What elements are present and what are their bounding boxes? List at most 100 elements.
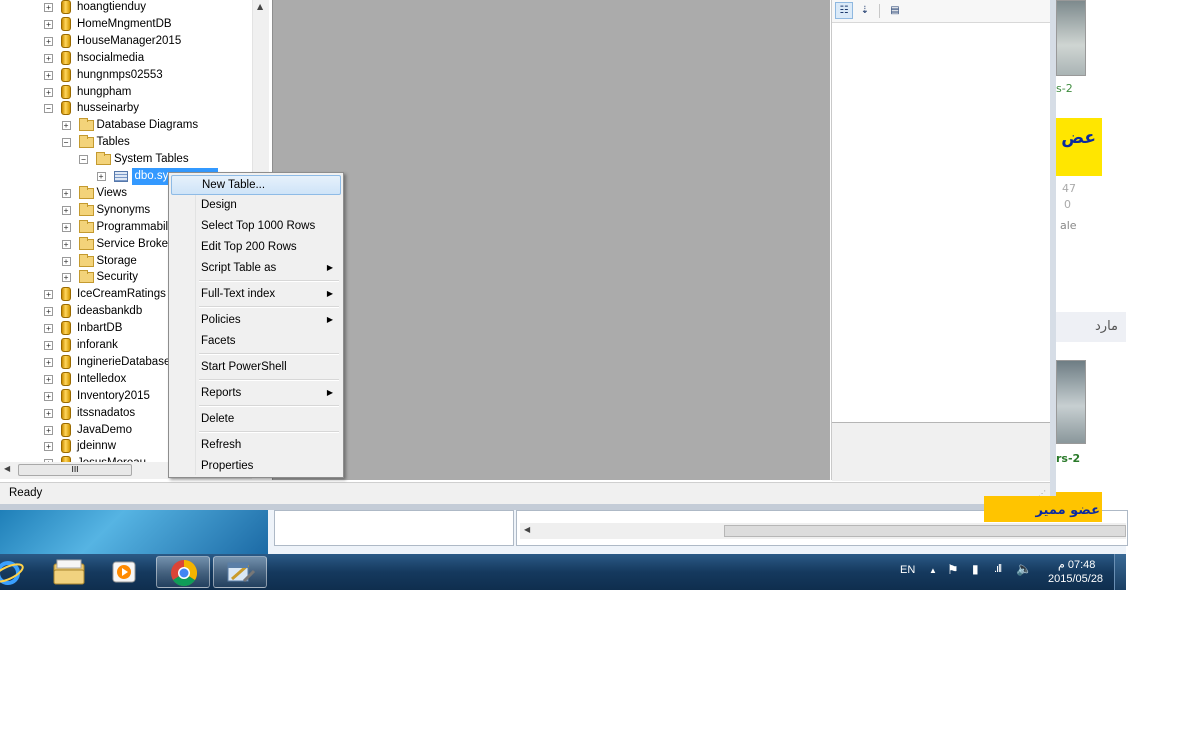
- sql-management-studio-button[interactable]: [213, 556, 267, 588]
- menu-item-facets[interactable]: Facets: [171, 331, 341, 351]
- expand-icon[interactable]: +: [44, 425, 53, 435]
- bg-scroll-left-arrow-icon[interactable]: ◀: [524, 525, 530, 534]
- expand-icon[interactable]: +: [61, 188, 71, 198]
- tables-node[interactable]: − Tables: [0, 134, 252, 151]
- collapse-icon[interactable]: −: [44, 104, 53, 114]
- database-node[interactable]: + HomeMngmentDB: [0, 16, 252, 33]
- menu-item-reports[interactable]: Reports ▶: [171, 383, 341, 403]
- property-pages-icon[interactable]: ▤: [886, 2, 904, 19]
- expand-icon[interactable]: +: [44, 53, 53, 63]
- tree-node-label[interactable]: InginerieDatabase: [77, 354, 170, 371]
- tree-node-label[interactable]: hungnmps02553: [77, 67, 163, 84]
- database-diagrams-node[interactable]: + Database Diagrams: [0, 117, 252, 134]
- tree-node-label[interactable]: husseinarby: [77, 100, 139, 117]
- menu-item-edit-top-200-rows[interactable]: Edit Top 200 Rows: [171, 237, 341, 257]
- action-center-flag-icon[interactable]: ⚑: [947, 562, 959, 578]
- tree-node-label[interactable]: HomeMngmentDB: [77, 16, 172, 33]
- section-tab[interactable]: مارد: [1056, 312, 1126, 342]
- scroll-left-arrow-icon[interactable]: ◀: [4, 464, 10, 473]
- menu-item-script-table-as[interactable]: Script Table as ▶: [171, 258, 341, 278]
- menu-item-start-powershell[interactable]: Start PowerShell: [171, 357, 341, 377]
- internet-explorer-button[interactable]: [0, 556, 40, 588]
- menu-item-refresh[interactable]: Refresh: [171, 435, 341, 455]
- expand-icon[interactable]: +: [44, 374, 53, 384]
- context-menu[interactable]: New Table... Design Select Top 1000 Rows Ed…: [168, 172, 344, 478]
- database-node[interactable]: + hungpham: [0, 84, 252, 101]
- system-tables-node[interactable]: − System Tables: [0, 151, 252, 168]
- expand-icon[interactable]: +: [44, 307, 53, 317]
- tree-node-label[interactable]: Storage: [97, 253, 137, 270]
- tree-node-label[interactable]: Service Broker: [97, 236, 172, 253]
- tree-node-label[interactable]: InbartDB: [77, 320, 122, 337]
- show-hidden-icons-icon[interactable]: ▲: [929, 566, 937, 575]
- expand-icon[interactable]: +: [44, 70, 53, 80]
- expand-icon[interactable]: +: [44, 324, 53, 334]
- thumbnail-caption-1[interactable]: s-2: [1056, 82, 1073, 95]
- network-signal-icon[interactable]: .ıll: [994, 563, 1002, 575]
- database-node[interactable]: − husseinarby: [0, 100, 252, 117]
- expand-icon[interactable]: +: [44, 357, 53, 367]
- menu-item-full-text-index[interactable]: Full-Text index ▶: [171, 284, 341, 304]
- tree-node-label[interactable]: IceCreamRatings: [77, 286, 166, 303]
- collapse-icon[interactable]: −: [79, 155, 88, 165]
- database-node[interactable]: + hsocialmedia: [0, 50, 252, 67]
- scroll-up-arrow-icon[interactable]: ▲: [257, 2, 263, 11]
- language-indicator[interactable]: EN: [900, 564, 915, 576]
- expand-icon[interactable]: +: [44, 341, 53, 350]
- tree-node-label[interactable]: Inventory2015: [77, 388, 150, 405]
- chrome-button[interactable]: [156, 556, 210, 588]
- expand-icon[interactable]: +: [61, 239, 71, 249]
- menu-item-select-top-1000-rows[interactable]: Select Top 1000 Rows: [171, 216, 341, 236]
- expand-icon[interactable]: +: [44, 442, 53, 452]
- expand-icon[interactable]: +: [44, 391, 53, 401]
- tree-node-label[interactable]: Views: [97, 185, 127, 202]
- expand-icon[interactable]: +: [44, 87, 53, 97]
- tree-node-label[interactable]: hoangtienduy: [77, 0, 146, 16]
- menu-item-new-table[interactable]: New Table...: [171, 175, 341, 195]
- media-player-button[interactable]: [98, 556, 152, 588]
- volume-icon[interactable]: 🔈: [1016, 561, 1032, 577]
- tree-node-label[interactable]: HouseManager2015: [77, 33, 181, 50]
- windows-explorer-button[interactable]: [42, 556, 96, 588]
- expand-icon[interactable]: +: [61, 273, 71, 283]
- expand-icon[interactable]: +: [61, 222, 71, 232]
- tree-node-label[interactable]: Programmabil: [97, 219, 169, 236]
- thumbnail-image-1[interactable]: [1056, 0, 1086, 76]
- expand-icon[interactable]: +: [96, 172, 106, 181]
- expand-icon[interactable]: +: [44, 3, 53, 12]
- collapse-icon[interactable]: −: [61, 138, 71, 148]
- background-scroll-thumb[interactable]: [724, 525, 1126, 537]
- power-icon[interactable]: ▮: [972, 562, 979, 576]
- expand-icon[interactable]: +: [44, 408, 53, 418]
- tree-node-label[interactable]: Tables: [97, 134, 130, 151]
- expand-icon[interactable]: +: [61, 121, 71, 131]
- tree-node-label[interactable]: ideasbankdb: [77, 303, 142, 320]
- tree-node-label[interactable]: Intelledox: [77, 371, 126, 388]
- expand-icon[interactable]: +: [61, 256, 71, 266]
- expand-icon[interactable]: +: [44, 19, 53, 29]
- tree-node-label[interactable]: JavaDemo: [77, 422, 132, 439]
- tree-node-label[interactable]: itssnadatos: [77, 405, 135, 422]
- section-tab-label[interactable]: مارد: [1095, 319, 1118, 334]
- expand-icon[interactable]: +: [44, 290, 53, 300]
- horizontal-scroll-thumb[interactable]: III: [18, 464, 132, 476]
- database-node[interactable]: + hungnmps02553: [0, 67, 252, 84]
- menu-item-policies[interactable]: Policies ▶: [171, 310, 341, 330]
- tree-node-label[interactable]: Database Diagrams: [97, 117, 199, 134]
- alphabetical-sort-icon[interactable]: ⇣: [856, 2, 874, 19]
- thumbnail-caption-2[interactable]: rs-2: [1056, 452, 1080, 465]
- tree-node-label[interactable]: Security: [97, 269, 139, 286]
- tree-node-label[interactable]: hsocialmedia: [77, 50, 144, 67]
- tree-node-label[interactable]: System Tables: [114, 151, 189, 168]
- expand-icon[interactable]: +: [61, 205, 71, 215]
- thumbnail-image-2[interactable]: [1056, 360, 1086, 444]
- menu-item-delete[interactable]: Delete: [171, 409, 341, 429]
- show-desktop-button[interactable]: [1114, 554, 1126, 590]
- database-node[interactable]: + hoangtienduy: [0, 0, 252, 16]
- tree-node-label[interactable]: inforank: [77, 337, 118, 354]
- expand-icon[interactable]: +: [44, 36, 53, 46]
- clock[interactable]: 07:48 م 2015/05/28: [1040, 557, 1110, 587]
- categorized-icon[interactable]: ☷: [835, 2, 853, 19]
- tree-node-label[interactable]: hungpham: [77, 84, 131, 101]
- tree-node-label[interactable]: jdeinnw: [77, 438, 116, 455]
